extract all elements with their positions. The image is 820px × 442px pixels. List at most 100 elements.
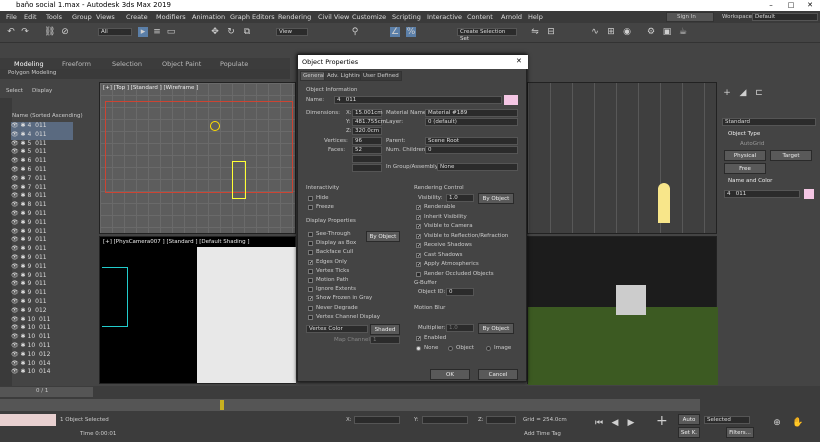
multiplier-field[interactable]: 1.0	[446, 324, 474, 332]
select-menu[interactable]: Select	[6, 88, 23, 94]
visibility-icon[interactable]: 👁	[11, 140, 19, 147]
scene-row[interactable]: 👁 ✱ 5 011	[11, 148, 73, 157]
freeze-icon[interactable]: ✱	[21, 236, 26, 243]
scene-row[interactable]: 👁 ✱ 10 011	[11, 324, 73, 333]
freeze-icon[interactable]: ✱	[21, 333, 26, 340]
front-viewport[interactable]	[527, 82, 717, 234]
render-option-checkbox[interactable]: ✓	[416, 224, 421, 230]
freeze-icon[interactable]: ✱	[21, 360, 26, 367]
freeze-icon[interactable]: ✱	[21, 342, 26, 349]
freeze-icon[interactable]: ✱	[21, 122, 26, 129]
time-slider[interactable]: 0 / 1	[0, 387, 93, 397]
dialog-color-swatch[interactable]	[504, 95, 518, 105]
menu-item[interactable]: File	[6, 13, 17, 21]
freeze-icon[interactable]: ✱	[21, 324, 26, 331]
create-icon[interactable]: +	[722, 88, 732, 98]
selection-filter[interactable]: All	[98, 28, 132, 36]
scene-row[interactable]: 👁 ✱ 10 014	[11, 360, 73, 369]
percent-snap-icon[interactable]: %	[406, 27, 416, 37]
trackbar[interactable]	[0, 399, 700, 411]
display-option-checkbox[interactable]	[308, 250, 313, 256]
scene-row[interactable]: 👁 ✱ 9 011	[11, 219, 73, 228]
rotate-icon[interactable]: ↻	[226, 27, 236, 37]
visibility-icon[interactable]: 👁	[11, 245, 19, 252]
select-by-name-icon[interactable]: ≡	[152, 27, 162, 37]
freeze-icon[interactable]: ✱	[21, 184, 26, 191]
menu-item[interactable]: Modifiers	[156, 13, 186, 21]
align-icon[interactable]: ⊟	[546, 27, 556, 37]
display-option-checkbox[interactable]	[308, 314, 313, 320]
freeze-icon[interactable]: ✱	[21, 201, 26, 208]
visibility-icon[interactable]: 👁	[11, 342, 19, 349]
scene-row[interactable]: 👁 ✱ 4 011	[11, 130, 73, 140]
link-icon[interactable]: ⛓	[44, 27, 55, 37]
ribbon-tab[interactable]: Modeling	[14, 60, 44, 68]
freeze-icon[interactable]: ✱	[21, 245, 26, 252]
set-key-icon[interactable]: +	[656, 414, 668, 428]
freeze-icon[interactable]: ✱	[21, 148, 26, 155]
visibility-icon[interactable]: 👁	[11, 368, 19, 375]
menu-item[interactable]: Rendering	[278, 13, 311, 21]
scene-row[interactable]: 👁 ✱ 9 011	[11, 263, 73, 272]
object-id-field[interactable]: 0	[446, 288, 474, 296]
modify-icon[interactable]: ◢	[738, 88, 748, 98]
enabled-checkbox[interactable]: ✓	[416, 336, 421, 342]
scene-row[interactable]: 👁 ✱ 5 011	[11, 140, 73, 149]
map-channel-field[interactable]: 1	[370, 336, 400, 344]
scene-row[interactable]: 👁 ✱ 7 011	[11, 175, 73, 184]
scene-row[interactable]: 👁 ✱ 9 011	[11, 245, 73, 254]
scene-row[interactable]: 👁 ✱ 6 011	[11, 157, 73, 166]
column-header[interactable]: Name (Sorted Ascending)	[12, 113, 83, 119]
ribbon-tab[interactable]: Selection	[112, 60, 142, 68]
freeze-icon[interactable]: ✱	[21, 140, 26, 147]
add-time-tag[interactable]: Add Time Tag	[524, 431, 561, 437]
freeze-icon[interactable]: ✱	[21, 351, 26, 358]
maximize-icon[interactable]: □	[782, 0, 800, 11]
go-start-icon[interactable]: ⏮	[594, 418, 604, 428]
workspace-select[interactable]: Default	[752, 13, 818, 21]
material-editor-icon[interactable]: ◉	[622, 27, 632, 37]
render-frame-icon[interactable]: ▣	[662, 27, 672, 37]
snap-icon[interactable]: ⚲	[350, 27, 360, 37]
scene-row[interactable]: 👁 ✱ 8 011	[11, 192, 73, 201]
menu-item[interactable]: Help	[528, 13, 543, 21]
object-color-swatch[interactable]	[804, 189, 814, 199]
perspective-viewport[interactable]	[527, 236, 718, 385]
freeze-icon[interactable]: ✱	[21, 166, 26, 173]
target-button[interactable]: Target	[770, 150, 812, 161]
schematic-icon[interactable]: ⊞	[606, 27, 616, 37]
visibility-icon[interactable]: 👁	[11, 280, 19, 287]
freeze-icon[interactable]: ✱	[21, 307, 26, 314]
render-option-checkbox[interactable]: ✓	[416, 205, 421, 211]
auto-key-button[interactable]: Auto	[678, 414, 700, 425]
freeze-checkbox[interactable]	[308, 205, 313, 210]
scene-row[interactable]: 👁 ✱ 9 011	[11, 228, 73, 237]
freeze-icon[interactable]: ✱	[21, 228, 26, 235]
menu-item[interactable]: Views	[96, 13, 115, 21]
freeze-icon[interactable]: ✱	[21, 219, 26, 226]
render-option-checkbox[interactable]: ✓	[416, 214, 421, 220]
angle-snap-icon[interactable]: ∠	[390, 27, 400, 37]
display-option-checkbox[interactable]	[308, 305, 313, 311]
display-option-checkbox[interactable]	[308, 268, 313, 274]
object-radio[interactable]	[448, 346, 453, 351]
menu-item[interactable]: Scripting	[392, 13, 421, 21]
visibility-icon[interactable]: 👁	[11, 157, 19, 164]
render-by-object-button[interactable]: By Object	[478, 193, 514, 204]
freeze-icon[interactable]: ✱	[21, 298, 26, 305]
visibility-icon[interactable]: 👁	[11, 351, 19, 358]
cancel-button[interactable]: Cancel	[478, 369, 518, 380]
coord-y[interactable]	[422, 416, 468, 424]
scene-row[interactable]: 👁 ✱ 10 011	[11, 342, 73, 351]
physical-button[interactable]: Physical	[724, 150, 766, 161]
dialog-close-icon[interactable]: ✕	[516, 57, 522, 65]
visibility-icon[interactable]: 👁	[11, 184, 19, 191]
display-option-checkbox[interactable]	[308, 287, 313, 293]
zoom-icon[interactable]: ⊕	[772, 418, 782, 428]
scene-row[interactable]: 👁 ✱ 10 011	[11, 316, 73, 325]
move-icon[interactable]: ✥	[210, 27, 220, 37]
menu-item[interactable]: Animation	[192, 13, 225, 21]
menu-item[interactable]: Edit	[24, 13, 37, 21]
play-icon[interactable]: ▶	[626, 418, 636, 428]
redo-icon[interactable]: ↷	[20, 27, 30, 37]
